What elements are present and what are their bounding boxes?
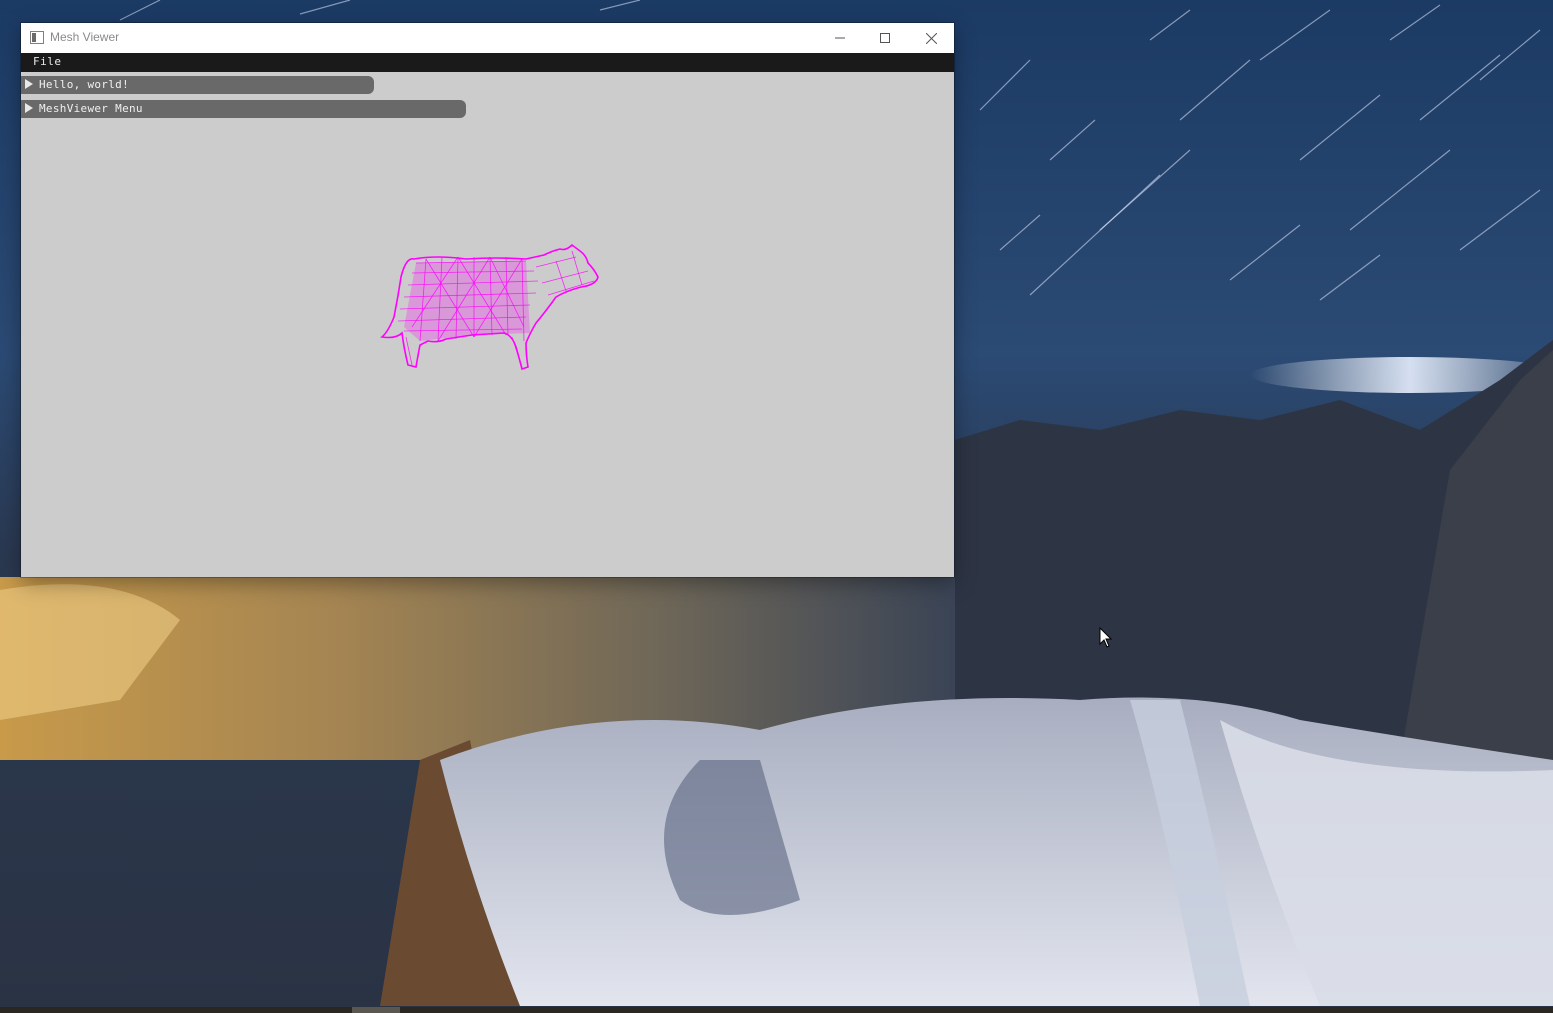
collapse-arrow-icon — [25, 103, 33, 113]
hello-world-panel-label: Hello, world! — [39, 78, 129, 91]
desktop: Mesh Viewer File Hello, world! MeshViewe… — [0, 0, 1553, 1013]
meshviewer-menu-panel-header[interactable]: MeshViewer Menu — [21, 100, 466, 118]
menu-file[interactable]: File — [33, 55, 62, 68]
menu-bar: File — [21, 53, 954, 72]
taskbar-active-item[interactable] — [352, 1007, 400, 1013]
meshviewer-menu-panel-label: MeshViewer Menu — [39, 102, 143, 115]
window-title: Mesh Viewer — [50, 30, 120, 44]
maximize-icon — [880, 33, 890, 43]
app-icon — [30, 31, 44, 44]
hello-world-panel-header[interactable]: Hello, world! — [21, 76, 374, 94]
maximize-button[interactable] — [862, 23, 908, 53]
window-titlebar[interactable]: Mesh Viewer — [21, 23, 954, 53]
close-icon — [925, 32, 937, 44]
collapse-arrow-icon — [25, 79, 33, 89]
minimize-icon — [835, 37, 845, 39]
cow-wireframe-mesh[interactable] — [376, 237, 626, 377]
close-button[interactable] — [908, 23, 954, 53]
minimize-button[interactable] — [817, 23, 863, 53]
mesh-viewport[interactable] — [21, 72, 954, 577]
taskbar-strip — [0, 1007, 1553, 1013]
mesh-viewer-window: Mesh Viewer File Hello, world! MeshViewe… — [21, 23, 954, 577]
mouse-cursor-icon — [1099, 627, 1113, 648]
